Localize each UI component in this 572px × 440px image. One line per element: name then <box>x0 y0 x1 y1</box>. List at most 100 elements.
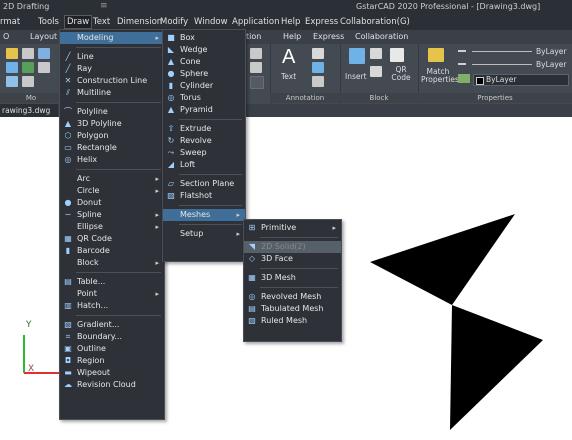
document-tab[interactable]: rawing3.dwg <box>0 104 58 117</box>
menu-format[interactable]: rmat <box>0 17 20 27</box>
leader-icon[interactable] <box>312 62 324 73</box>
edit-block-icon[interactable] <box>370 66 382 77</box>
dimension-icon[interactable] <box>312 48 324 59</box>
meshes-menu-item-3d-mesh[interactable]: ▦ 3D Mesh <box>244 272 341 284</box>
tab-home[interactable]: O <box>3 32 9 41</box>
modeling-menu-item-section-plane[interactable]: ▱ Section Plane <box>163 178 245 190</box>
menu-draw[interactable]: Draw <box>64 15 93 29</box>
draw-menu-item-region[interactable]: ◘ Region <box>60 355 164 367</box>
quick-access-menu[interactable]: ≡ <box>100 1 108 11</box>
draw-menu-item-donut[interactable]: ● Donut <box>60 197 164 209</box>
text-button[interactable]: Text <box>281 72 296 81</box>
2d-solid-shape-upper[interactable] <box>370 214 515 305</box>
mirror-icon[interactable] <box>22 62 34 73</box>
insert-button[interactable]: Insert <box>345 72 367 81</box>
menu-express[interactable]: Express <box>305 17 338 27</box>
menu-window[interactable]: Window <box>194 17 228 27</box>
layer-dropdown-icon[interactable] <box>250 76 264 89</box>
move-icon[interactable] <box>6 48 18 59</box>
modeling-menu-item-extrude[interactable]: ⇧ Extrude <box>163 123 245 135</box>
draw-menu-item-gradient[interactable]: ▧ Gradient... <box>60 319 164 331</box>
draw-menu-item-3d-polyline[interactable]: ▲ 3D Polyline <box>60 118 164 130</box>
menu-help[interactable]: Help <box>281 17 300 27</box>
meshes-menu-item-tabulated-mesh[interactable]: ▤ Tabulated Mesh <box>244 303 341 315</box>
2d-solid-shape-lower[interactable] <box>450 305 543 430</box>
draw-menu-item-ray[interactable]: ╱ Ray <box>60 63 164 75</box>
draw-menu-item-point[interactable]: Point ▸ <box>60 288 164 300</box>
rotate-icon[interactable] <box>6 62 18 73</box>
match-properties-button[interactable]: Match Properties <box>421 68 459 84</box>
modeling-menu-item-wedge[interactable]: ◣ Wedge <box>163 44 245 56</box>
lineweight-value[interactable]: ByLayer <box>536 47 567 56</box>
qr-code-ribbon-icon[interactable] <box>390 48 404 62</box>
menu-text[interactable]: Text <box>93 17 110 27</box>
menu-application[interactable]: Application <box>232 17 280 27</box>
menu-modify[interactable]: Modify <box>160 17 188 27</box>
meshes-menu-item-ruled-mesh[interactable]: ▧ Ruled Mesh <box>244 315 341 327</box>
draw-menu-item-multiline[interactable]: ⫽ Multiline <box>60 87 164 99</box>
draw-menu-item-spline[interactable]: ∼ Spline ▸ <box>60 209 164 221</box>
draw-menu-item-ellipse[interactable]: Ellipse ▸ <box>60 221 164 233</box>
modeling-menu-item-pyramid[interactable]: ▲ Pyramid <box>163 104 245 116</box>
modeling-menu-item-sphere[interactable]: ● Sphere <box>163 68 245 80</box>
layer-state-icon[interactable] <box>250 62 262 73</box>
meshes-menu-item-primitive[interactable]: ⊞ Primitive ▸ <box>244 222 341 234</box>
ribbon-group-label-properties[interactable]: Properties <box>418 93 572 103</box>
draw-menu-item-construction-line[interactable]: ✕ Construction Line <box>60 75 164 87</box>
draw-menu-item-wipeout[interactable]: ▬ Wipeout <box>60 367 164 379</box>
scale-icon[interactable] <box>38 62 50 73</box>
modeling-menu-item-cylinder[interactable]: ▮ Cylinder <box>163 80 245 92</box>
tab-layout[interactable]: Layout <box>30 32 57 41</box>
modeling-menu-item-setup[interactable]: Setup ▸ <box>163 228 245 240</box>
draw-menu-item-rectangle[interactable]: ▭ Rectangle <box>60 142 164 154</box>
draw-menu-item-block[interactable]: Block ▸ <box>60 257 164 269</box>
modeling-menu-item-loft[interactable]: ◢ Loft <box>163 159 245 171</box>
draw-menu-item-helix[interactable]: ◎ Helix <box>60 154 164 166</box>
modeling-menu-item-flatshot[interactable]: ▨ Flatshot <box>163 190 245 202</box>
match-properties-icon[interactable] <box>428 48 444 62</box>
modeling-menu-item-box[interactable]: ■ Box <box>163 32 245 44</box>
tab-express[interactable]: Express <box>313 32 344 41</box>
insert-block-icon[interactable] <box>349 48 365 64</box>
stretch-icon[interactable] <box>38 48 50 59</box>
tab-application[interactable]: tion <box>246 32 261 41</box>
menu-tools[interactable]: Tools <box>38 17 59 27</box>
tab-help[interactable]: Help <box>283 32 301 41</box>
modeling-menu-item-torus[interactable]: ◎ Torus <box>163 92 245 104</box>
array-icon[interactable] <box>22 76 34 87</box>
draw-menu-item-revision-cloud[interactable]: ☁ Revision Cloud <box>60 379 164 391</box>
draw-menu-item-boundary[interactable]: ⌗ Boundary... <box>60 331 164 343</box>
text-icon[interactable]: A <box>282 46 295 69</box>
draw-menu-item-qr-code[interactable]: ▦ QR Code <box>60 233 164 245</box>
layer-icon[interactable] <box>250 48 262 59</box>
ribbon-group-label-annotation[interactable]: Annotation <box>270 93 340 103</box>
copy-icon[interactable] <box>22 48 34 59</box>
draw-menu-item-hatch[interactable]: ▥ Hatch... <box>60 300 164 312</box>
meshes-menu-item-revolved-mesh[interactable]: ◎ Revolved Mesh <box>244 291 341 303</box>
meshes-menu-item-2d-solid-2[interactable]: ◥ 2D Solid(2) <box>244 241 341 253</box>
draw-menu-item-modeling[interactable]: Modeling ▸ <box>60 32 164 44</box>
tab-collaboration[interactable]: Collaboration <box>355 32 408 41</box>
draw-menu-item-circle[interactable]: Circle ▸ <box>60 185 164 197</box>
color-dropdown[interactable]: ByLayer <box>473 74 569 86</box>
modeling-menu-item-sweep[interactable]: ⤳ Sweep <box>163 147 245 159</box>
draw-menu-item-line[interactable]: ╱ Line <box>60 51 164 63</box>
ribbon-group-label-block[interactable]: Block <box>340 93 418 103</box>
menu-collaboration[interactable]: Collaboration(G) <box>340 17 410 27</box>
draw-menu-item-outline[interactable]: ▣ Outline <box>60 343 164 355</box>
modeling-menu-item-meshes[interactable]: Meshes ▸ <box>163 209 245 221</box>
menu-dimension[interactable]: Dimension <box>117 17 162 27</box>
linetype-value[interactable]: ByLayer <box>536 60 567 69</box>
qr-code-button[interactable]: QR Code <box>390 66 412 82</box>
modeling-menu-item-revolve[interactable]: ↻ Revolve <box>163 135 245 147</box>
draw-menu-item-arc[interactable]: Arc ▸ <box>60 173 164 185</box>
draw-menu-item-polygon[interactable]: ⬡ Polygon <box>60 130 164 142</box>
modeling-menu-item-cone[interactable]: ▲ Cone <box>163 56 245 68</box>
meshes-menu-item-3d-face[interactable]: ◇ 3D Face <box>244 253 341 265</box>
create-block-icon[interactable] <box>370 48 382 59</box>
draw-menu-item-barcode[interactable]: ▮ Barcode <box>60 245 164 257</box>
workspace-selector[interactable]: 2D Drafting <box>3 2 49 11</box>
table-ribbon-icon[interactable] <box>312 76 324 87</box>
fillet-icon[interactable] <box>6 76 18 87</box>
draw-menu-item-table[interactable]: ▤ Table... <box>60 276 164 288</box>
